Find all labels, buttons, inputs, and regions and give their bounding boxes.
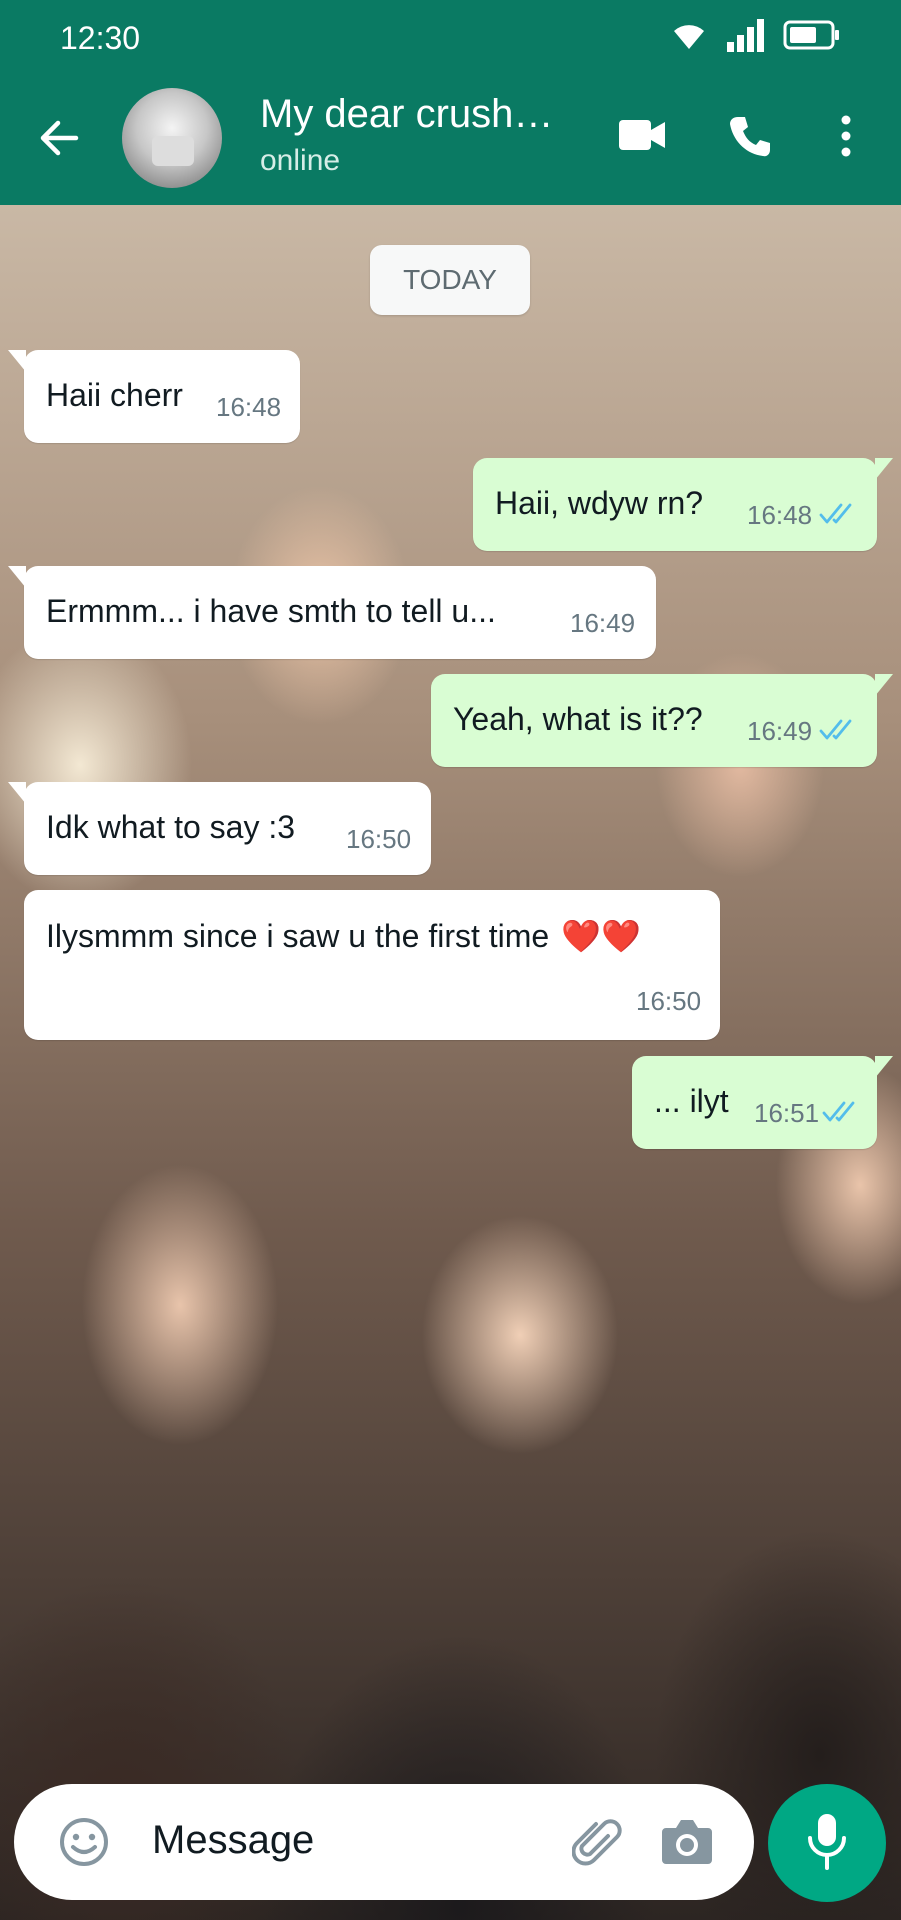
- phone-icon[interactable]: [728, 114, 772, 158]
- message-text-group: Ilysmmm since i saw u the first time ❤️❤️: [46, 917, 641, 955]
- chat-header: My dear crush… online: [0, 78, 901, 205]
- double-check-icon: [819, 719, 852, 740]
- double-check-icon: [822, 1101, 855, 1122]
- bubble-tail: [875, 458, 893, 480]
- message-time: 16:48: [216, 392, 282, 422]
- message-incoming[interactable]: Ilysmmm since i saw u the first time ❤️❤️…: [24, 890, 720, 1040]
- emoji-icon[interactable]: [58, 1816, 110, 1868]
- message-text: Yeah, what is it??: [453, 701, 703, 737]
- bubble-tail: [8, 782, 26, 804]
- bubble-tail: [8, 566, 26, 588]
- signal-icon: [727, 19, 764, 52]
- heart-emoji: ❤️❤️: [561, 918, 641, 954]
- message-text: Idk what to say :3: [46, 809, 296, 845]
- status-icons: [669, 18, 841, 52]
- message-input[interactable]: Message: [152, 1818, 314, 1863]
- message-time: 16:50: [636, 986, 702, 1016]
- video-call-icon[interactable]: [618, 118, 666, 152]
- message-outgoing[interactable]: ... ilyt 16:51: [632, 1056, 893, 1149]
- microphone-button[interactable]: [768, 1784, 886, 1902]
- message-incoming[interactable]: Idk what to say :3 16:50: [8, 782, 431, 875]
- message-text: Haii cherr: [46, 377, 183, 413]
- message-text: Haii, wdyw rn?: [495, 485, 704, 521]
- microphone-icon: [808, 1814, 846, 1870]
- double-check-icon: [819, 503, 852, 524]
- bubble-tail: [875, 1056, 893, 1078]
- arrow-left-icon[interactable]: [36, 115, 82, 161]
- message-text: Ermmm... i have smth to tell u...: [46, 593, 496, 629]
- message-incoming[interactable]: Haii cherr 16:48: [8, 350, 300, 443]
- message-time: 16:49: [570, 608, 636, 638]
- camera-icon[interactable]: [660, 1816, 714, 1866]
- message-text: ... ilyt: [654, 1083, 729, 1119]
- paperclip-icon[interactable]: [572, 1818, 624, 1870]
- message-outgoing[interactable]: Yeah, what is it?? 16:49: [431, 674, 893, 767]
- contact-avatar[interactable]: [122, 88, 222, 188]
- message-composer[interactable]: Message: [14, 1784, 754, 1900]
- battery-icon: [783, 20, 839, 50]
- contact-name[interactable]: My dear crush…: [260, 92, 570, 137]
- date-chip: TODAY: [370, 245, 530, 315]
- message-outgoing[interactable]: Haii, wdyw rn? 16:48: [473, 458, 893, 551]
- message-time: 16:48: [747, 500, 813, 530]
- message-time: 16:50: [346, 824, 412, 854]
- message-time: 16:49: [747, 716, 813, 746]
- status-time: 12:30: [60, 20, 141, 56]
- bubble-tail: [875, 674, 893, 696]
- message-time: 16:51: [754, 1098, 820, 1128]
- wifi-icon: [674, 25, 704, 49]
- bubble-tail: [8, 350, 26, 372]
- more-vertical-icon[interactable]: [838, 114, 854, 158]
- message-text: Ilysmmm since i saw u the first time: [46, 918, 550, 954]
- status-bar: 12:30: [0, 0, 901, 78]
- message-incoming[interactable]: Ermmm... i have smth to tell u... 16:49: [8, 566, 656, 659]
- contact-status: online: [260, 144, 341, 177]
